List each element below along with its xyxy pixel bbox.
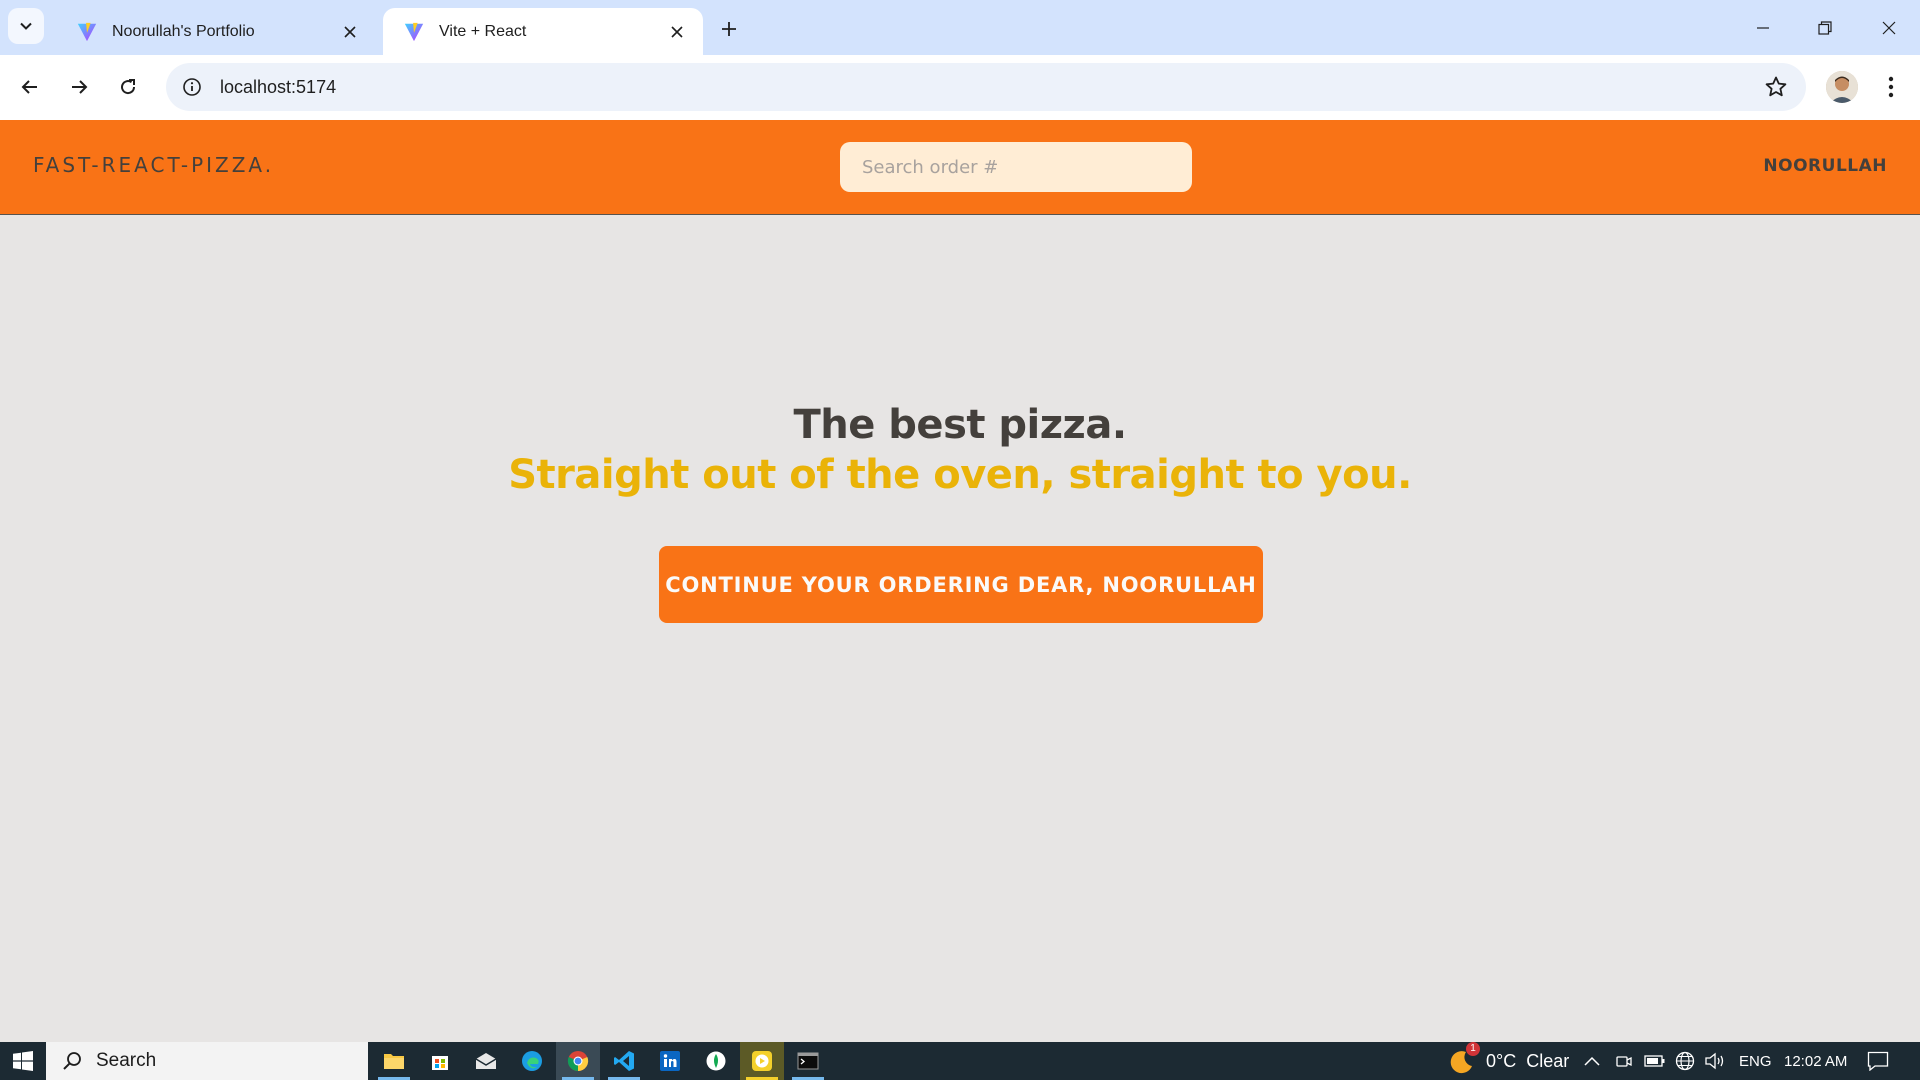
site-info-icon[interactable] [170,65,214,109]
hero-subtitle: Straight out of the oven, straight to yo… [508,452,1412,498]
action-center-button[interactable] [1867,1042,1889,1080]
restore-icon [1818,20,1832,35]
forward-button[interactable] [61,69,97,105]
folder-icon [384,1054,404,1069]
username: Noorullah [1763,156,1887,176]
notification-icon [1867,1051,1889,1071]
close-icon [1882,21,1896,34]
arrow-right-icon [72,80,88,94]
minimize-button[interactable] [1732,0,1794,55]
reload-icon [121,79,136,95]
chrome-app[interactable] [556,1042,600,1080]
input-language-button[interactable]: ENG [1739,1042,1772,1080]
vscode-icon [614,1051,634,1071]
arrow-left-icon [21,80,37,94]
app-logo-link[interactable]: Fast-React-Pizza. [33,153,274,177]
edge-icon [522,1051,542,1071]
mongodb-compass-app[interactable] [694,1042,738,1080]
close-icon[interactable] [665,20,689,44]
globe-icon [1675,1051,1695,1071]
mail-icon [475,1053,497,1069]
media-player-app[interactable] [740,1042,784,1080]
plus-icon [722,22,736,36]
search-order-input[interactable] [840,142,1192,192]
url-text: localhost:5174 [220,76,337,97]
play-icon [752,1051,772,1071]
clock-time: 12:02 AM [1784,1052,1848,1070]
weather-badge: 1 [1466,1042,1480,1056]
reload-button[interactable] [110,69,146,105]
store-icon [432,1056,448,1070]
tab-title: Vite + React [439,22,527,40]
browser-menu-button[interactable] [1876,69,1906,105]
vscode-app[interactable] [602,1042,646,1080]
hero-title: The best pizza. [793,402,1127,448]
restore-button[interactable] [1794,0,1856,55]
tab-vite-react[interactable]: Vite + React [383,8,703,55]
back-button[interactable] [12,69,48,105]
minimize-icon [1757,26,1769,29]
app-header: Fast-React-Pizza. Noorullah [0,120,1920,215]
bookmark-star-icon[interactable] [1764,75,1788,99]
windows-icon [13,1051,33,1071]
more-vert-icon [1888,76,1894,98]
terminal-app[interactable] [786,1042,830,1080]
weather-widget[interactable]: 1 0°C Clear [1446,1042,1569,1080]
file-explorer-app[interactable] [372,1042,416,1080]
browser-toolbar: localhost:5174 [0,55,1920,121]
volume-button[interactable] [1704,1042,1726,1080]
weather-text: 0°C Clear [1486,1050,1570,1071]
chrome-icon [567,1051,589,1072]
show-hidden-icons-button[interactable] [1583,1042,1601,1080]
hero: The best pizza. Straight out of the oven… [0,400,1920,500]
mongodb-icon [706,1051,726,1071]
camera-icon [1616,1056,1632,1067]
taskbar-search[interactable]: Search [46,1042,368,1080]
tab-title: Noorullah's Portfolio [112,22,255,40]
linkedin-app[interactable] [648,1042,692,1080]
vite-icon [77,22,97,41]
tab-search-button[interactable] [8,8,44,44]
vite-icon [404,22,424,41]
profile-avatar[interactable] [1826,71,1858,103]
terminal-icon [797,1052,819,1070]
chevron-down-icon [20,22,32,30]
edge-app[interactable] [510,1042,554,1080]
close-icon[interactable] [338,20,362,44]
battery-icon [1644,1055,1665,1067]
start-button[interactable] [0,1042,46,1080]
windows-taskbar: Search 1 0°C Clear ENG 12:02 AM [0,1042,1920,1080]
network-button[interactable] [1675,1042,1695,1080]
battery-button[interactable] [1644,1042,1666,1080]
weather-moon-icon: 1 [1446,1042,1480,1076]
new-tab-button[interactable] [712,12,746,46]
mail-app[interactable] [464,1042,508,1080]
store-app[interactable] [418,1042,462,1080]
tab-portfolio[interactable]: Noorullah's Portfolio [56,8,376,55]
continue-ordering-button[interactable]: Continue your ordering dear, Noorullah [659,546,1263,623]
browser-tabstrip: Noorullah's Portfolio Vite + React [0,0,1920,55]
meet-now-button[interactable] [1615,1042,1633,1080]
linkedin-icon [660,1051,680,1071]
chevron-up-icon [1584,1056,1600,1066]
taskbar-search-label: Search [96,1050,157,1071]
speaker-icon [1705,1052,1724,1070]
language-text: ENG [1739,1052,1772,1070]
clock-button[interactable]: 12:02 AM [1784,1042,1847,1080]
close-window-button[interactable] [1858,0,1920,55]
address-bar[interactable]: localhost:5174 [166,63,1806,111]
search-icon [63,1052,81,1070]
